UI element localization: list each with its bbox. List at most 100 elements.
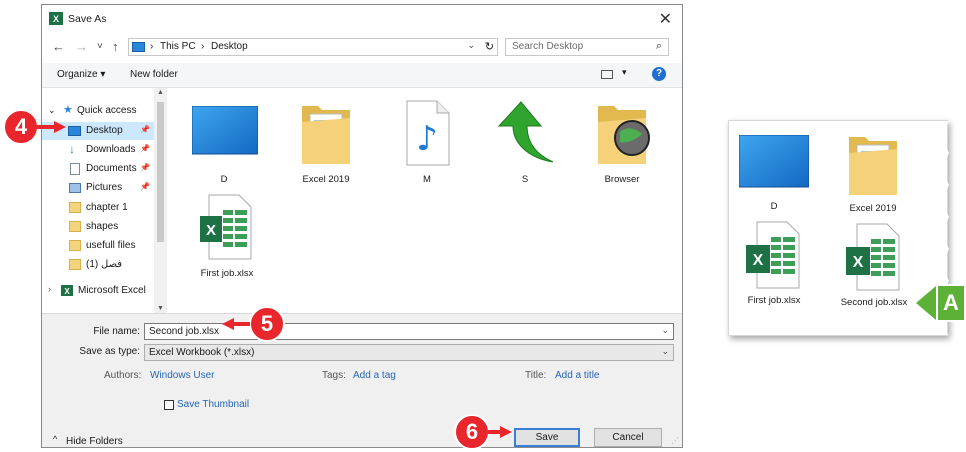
file-name: First job.xlsx (200, 268, 254, 279)
chevron-down-icon[interactable]: ⌄ (661, 346, 669, 357)
file-name-value: Second job.xlsx (149, 326, 220, 337)
step-6-badge: 6 (454, 414, 490, 450)
close-button[interactable]: ✕ (659, 9, 672, 29)
step-5-pointer (232, 322, 250, 326)
up-button[interactable]: ↑ (112, 39, 119, 54)
green-arrow-icon (497, 101, 554, 163)
desktop-icon (68, 126, 81, 136)
scroll-thumb[interactable] (157, 102, 164, 242)
svg-text:♪: ♪ (416, 119, 438, 159)
pin-icon: 📌 (140, 144, 150, 153)
file-item[interactable]: S (485, 100, 565, 185)
file-name: D (220, 174, 228, 185)
step-4-pointer (36, 125, 54, 129)
sidebar-item-downloads[interactable]: ↓ Downloads 📌 (42, 141, 154, 159)
sidebar-item-label: Downloads (86, 144, 136, 155)
this-pc-icon (132, 42, 145, 52)
breadcrumb-desktop[interactable]: Desktop (211, 41, 248, 52)
breadcrumb-separator: › (150, 41, 154, 52)
pin-icon: 📌 (140, 163, 150, 172)
file-name: Excel 2019 (302, 174, 350, 185)
sidebar-item-quick-access[interactable]: ⌄ ★ Quick access (42, 102, 154, 120)
browser-folder-icon (598, 106, 650, 164)
recent-locations-button[interactable]: ˅ (97, 41, 103, 52)
search-input[interactable]: Search Desktop ⌕ (505, 38, 669, 56)
save-thumbnail-label[interactable]: Save Thumbnail (177, 399, 249, 410)
sidebar-item-label: Quick access (77, 105, 137, 116)
sidebar-item-label: usefull files (86, 240, 136, 251)
folder-icon (69, 221, 81, 232)
view-dropdown-icon[interactable]: ▾ (622, 67, 627, 78)
sidebar-item-label: shapes (86, 221, 119, 232)
save-button[interactable]: Save (514, 428, 580, 447)
callout-file-item: D (735, 135, 813, 215)
help-button[interactable]: ? (652, 67, 666, 81)
sidebar-item-documents[interactable]: Documents 📌 (42, 160, 154, 178)
breadcrumb-this-pc[interactable]: This PC (160, 41, 196, 52)
music-file-icon: ♪ (406, 100, 450, 166)
sidebar-item-arabic-folder[interactable]: فصل (1) (42, 256, 154, 274)
excel-file-icon: X (746, 221, 800, 289)
navigation-scrollbar[interactable]: ▲ ▼ (154, 88, 167, 313)
sidebar-item-microsoft-excel[interactable]: › X Microsoft Excel (42, 282, 154, 300)
callout-a-pointer (916, 286, 936, 320)
save-as-type-label: Save as type: (79, 346, 140, 357)
view-options-icon[interactable] (601, 70, 613, 79)
back-button[interactable]: ← (52, 39, 65, 54)
chevron-up-icon[interactable]: ^ (53, 434, 57, 444)
star-icon: ★ (63, 104, 73, 116)
excel-file-icon: X (200, 194, 252, 260)
chevron-down-icon[interactable]: ⌄ (661, 325, 669, 336)
chevron-down-icon[interactable]: ⌄ (467, 40, 475, 51)
svg-text:X: X (753, 252, 764, 269)
folder-icon (69, 240, 81, 251)
scroll-down-icon[interactable]: ▼ (157, 305, 164, 312)
excel-app-icon: X (49, 12, 63, 25)
refresh-button[interactable]: ↻ (482, 38, 498, 56)
download-icon: ↓ (69, 142, 75, 156)
sidebar-item-shapes[interactable]: shapes (42, 218, 154, 236)
authors-label: Authors: (104, 370, 142, 381)
organize-button[interactable]: Organize ▾ (57, 69, 105, 80)
sidebar-item-pictures[interactable]: Pictures 📌 (42, 179, 154, 197)
desktop-shortcut-icon (192, 106, 258, 155)
callout-a-badge: A (936, 284, 966, 322)
hide-folders-button[interactable]: Hide Folders (66, 436, 123, 447)
sidebar-item-label: Microsoft Excel (78, 285, 146, 296)
save-as-type-select[interactable]: Excel Workbook (*.xlsx) ⌄ (144, 344, 674, 361)
callout-file-item: X First job.xlsx (735, 221, 813, 306)
search-icon: ⌕ (655, 40, 662, 52)
file-item[interactable]: D (184, 100, 264, 185)
new-folder-button[interactable]: New folder (130, 69, 178, 80)
svg-text:X: X (206, 222, 216, 239)
folder-icon (69, 259, 81, 270)
forward-button[interactable]: → (75, 39, 88, 54)
file-name: D (770, 201, 778, 212)
scroll-up-icon[interactable]: ▲ (157, 89, 164, 96)
file-item[interactable]: X First job.xlsx (187, 194, 267, 279)
file-item[interactable]: Browser (582, 100, 662, 185)
cancel-button[interactable]: Cancel (594, 428, 662, 447)
pin-icon: 📌 (140, 125, 150, 134)
step-4-arrowhead (54, 121, 66, 133)
step-6-arrowhead (500, 426, 512, 438)
file-name: Browser (604, 174, 640, 185)
desktop-shortcut-icon (739, 135, 809, 188)
file-name: Excel 2019 (849, 203, 897, 214)
chevron-down-icon: ⌄ (48, 105, 56, 115)
authors-value[interactable]: Windows User (150, 370, 214, 381)
file-item[interactable]: Excel 2019 (286, 100, 366, 185)
save-thumbnail-checkbox[interactable] (164, 400, 174, 410)
file-item[interactable]: ♪ M (387, 100, 467, 185)
title-bar: X Save As ✕ (42, 5, 682, 33)
title-value[interactable]: Add a title (555, 370, 599, 381)
result-callout: D Excel 2019 X First job.xlsx X Second j… (728, 120, 949, 336)
breadcrumb-separator: › (201, 41, 205, 52)
address-bar[interactable]: › This PC › Desktop ⌄ (128, 38, 498, 56)
excel-icon: X (61, 285, 73, 296)
sidebar-item-usefull-files[interactable]: usefull files (42, 237, 154, 255)
tags-value[interactable]: Add a tag (353, 370, 396, 381)
sidebar-item-label: chapter 1 (86, 202, 128, 213)
resize-grip-icon[interactable]: ⋰ (671, 436, 679, 445)
sidebar-item-chapter-1[interactable]: chapter 1 (42, 199, 154, 217)
